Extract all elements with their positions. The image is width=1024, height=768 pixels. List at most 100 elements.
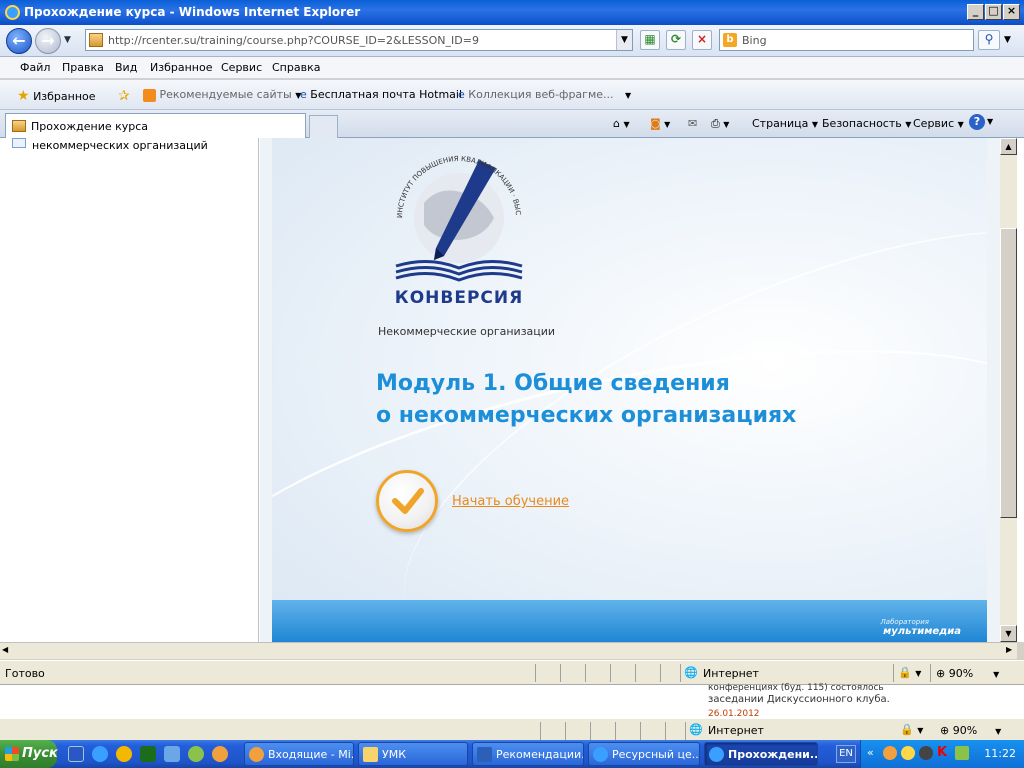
address-bar[interactable]: http://rcenter.su/training/course.php?CO… [85, 29, 633, 51]
page-icon [12, 120, 26, 132]
search-input[interactable]: Bing [742, 34, 767, 47]
language-indicator[interactable]: EN [836, 745, 856, 763]
show-desktop-icon[interactable] [68, 746, 84, 762]
minimize-button[interactable]: _ [967, 4, 984, 20]
ie-quicklaunch-icon[interactable] [92, 746, 108, 762]
tray-app-icon[interactable] [955, 746, 969, 760]
protected-mode-icon[interactable]: 🔒 ▼ [898, 666, 921, 679]
tray-expand-icon[interactable]: « [867, 746, 874, 759]
new-tab-button[interactable] [309, 115, 338, 138]
module-heading: Модуль 1. Общие сведения о некоммерчески… [376, 368, 896, 432]
tree-item[interactable]: некоммерческих организаций [32, 139, 208, 152]
tray-app-icon[interactable] [919, 746, 933, 760]
zoom-icon: ⊕ [936, 667, 946, 680]
home-icon[interactable]: ⌂ ▼ [613, 117, 630, 130]
web-slice-gallery-label: Коллекция веб-фрагме... [468, 88, 614, 101]
address-dropdown-icon[interactable]: ▼ [616, 30, 632, 50]
clock: 11:22 [984, 747, 1016, 760]
history-dropdown-icon[interactable]: ▼ [64, 35, 71, 45]
search-options-icon[interactable]: ▼ [1004, 35, 1011, 45]
checkmark-icon [392, 488, 424, 514]
ie-page-icon: e [300, 88, 307, 101]
close-button[interactable]: × [1003, 4, 1020, 20]
app-quicklaunch-icon[interactable] [140, 746, 156, 762]
protected-mode-icon[interactable]: 🔒 ▼ [900, 723, 923, 736]
safety-menu[interactable]: Безопасность ▼ [822, 117, 911, 130]
taskbar-item-label: Прохождени... [728, 748, 818, 761]
taskbar-item-ie-resource[interactable]: Ресурсный це... [588, 742, 700, 766]
ie-icon [709, 747, 724, 762]
mail-icon[interactable]: ✉ [688, 117, 697, 130]
compatibility-view-icon[interactable]: ▦ [640, 30, 660, 50]
forward-button[interactable]: → [35, 28, 61, 54]
suggested-sites-label: Рекомендуемые сайты [159, 88, 292, 101]
scroll-left-icon[interactable]: ◀ [2, 645, 8, 654]
menu-file[interactable]: Файл [20, 61, 50, 74]
tools-menu[interactable]: Сервис ▼ [913, 117, 964, 130]
app-quicklaunch-icon[interactable] [188, 746, 204, 762]
back-button[interactable]: ← [6, 28, 32, 54]
tab-bar: Прохождение курса ⌂ ▼ ◙ ▼ ✉ ⎙ ▼ Страница… [0, 110, 1024, 138]
module-heading-line2: о некоммерческих организациях [376, 403, 797, 428]
tray-app-icon[interactable] [883, 746, 897, 760]
start-learning-button[interactable] [376, 470, 438, 532]
page-menu[interactable]: Страница ▼ [752, 117, 818, 130]
zoom-control[interactable]: ⊕ 90% ▼ [940, 724, 1001, 737]
mail-app-icon [249, 747, 264, 762]
address-input[interactable]: http://rcenter.su/training/course.php?CO… [108, 34, 479, 47]
start-label: Пуск [22, 746, 58, 761]
background-window: конференциях (буд. 115) состоялось засед… [0, 683, 1024, 719]
start-button[interactable]: Пуск [0, 740, 58, 768]
vertical-scrollbar[interactable]: ▲ ▼ [1000, 138, 1017, 642]
taskbar-item-ie-course[interactable]: Прохождени... [704, 742, 818, 766]
add-favorite-icon[interactable]: ✰ [118, 88, 130, 104]
help-dropdown-icon[interactable]: ▼ [987, 117, 993, 126]
page-menu-label: Страница [752, 117, 809, 130]
tray-antivirus-icon[interactable]: K [937, 745, 947, 760]
tab-active[interactable]: Прохождение курса [5, 113, 306, 138]
hotmail-link[interactable]: e Бесплатная почта Hotmail [300, 88, 462, 101]
search-box[interactable]: b Bing [719, 29, 974, 51]
web-slice-gallery-link[interactable]: e Коллекция веб-фрагме... ▼ [458, 88, 631, 101]
menu-tools[interactable]: Сервис [221, 61, 262, 74]
menu-edit[interactable]: Правка [62, 61, 104, 74]
media-player-icon[interactable] [116, 746, 132, 762]
bing-icon: b [723, 33, 737, 47]
tray-security-icon[interactable] [901, 746, 915, 760]
refresh-button[interactable]: ⟳ [666, 30, 686, 50]
ie-icon [593, 747, 608, 762]
menu-favorites[interactable]: Избранное [150, 61, 212, 74]
taskbar-item-folder[interactable]: УМК [358, 742, 468, 766]
favorites-button[interactable]: ★ Избранное [17, 88, 96, 104]
zone-label: Интернет [708, 724, 764, 737]
menu-view[interactable]: Вид [115, 61, 137, 74]
scroll-up-icon[interactable]: ▲ [1000, 138, 1017, 155]
zoom-label: 90% [952, 724, 978, 737]
scroll-right-icon[interactable]: ▶ [1006, 645, 1012, 654]
suggested-sites-link[interactable]: Рекомендуемые сайты ▼ [143, 88, 301, 102]
scroll-down-icon[interactable]: ▼ [1000, 625, 1017, 642]
app-quicklaunch-icon[interactable] [212, 746, 228, 762]
lab-label: Лаборатория [880, 618, 929, 626]
help-icon[interactable]: ? [969, 114, 985, 130]
status-bar: Готово 🌐 Интернет 🔒 ▼ ⊕ 90% ▼ [0, 660, 1024, 684]
maximize-button[interactable]: □ [985, 4, 1002, 20]
taskbar-item-word[interactable]: Рекомендации... [472, 742, 584, 766]
konversiya-logo: ИНСТИТУТ ПОВЫШЕНИЯ КВАЛИФИКАЦИИ · ВЫСШАЯ… [380, 142, 534, 308]
scroll-thumb[interactable] [1000, 228, 1017, 518]
start-learning-link[interactable]: Начать обучение [452, 494, 569, 509]
menu-help[interactable]: Справка [272, 61, 320, 74]
tools-menu-label: Сервис [913, 117, 955, 130]
taskbar-item-label: Рекомендации... [496, 748, 584, 761]
search-icon[interactable]: ⚲ [978, 30, 1000, 50]
stop-button[interactable]: × [692, 30, 712, 50]
zoom-label: 90% [948, 667, 974, 680]
zoom-control[interactable]: ⊕ 90% ▼ [936, 667, 999, 680]
print-icon[interactable]: ⎙ ▼ [711, 117, 729, 131]
app-quicklaunch-icon[interactable] [164, 746, 180, 762]
horizontal-scrollbar[interactable]: ◀ ▶ [0, 642, 1017, 659]
rss-icon[interactable]: ◙ ▼ [650, 117, 670, 130]
window-titlebar[interactable]: Прохождение курса - Windows Internet Exp… [0, 0, 1024, 25]
page-icon [89, 33, 103, 47]
taskbar-item-mail[interactable]: Входящие - Mi... [244, 742, 354, 766]
